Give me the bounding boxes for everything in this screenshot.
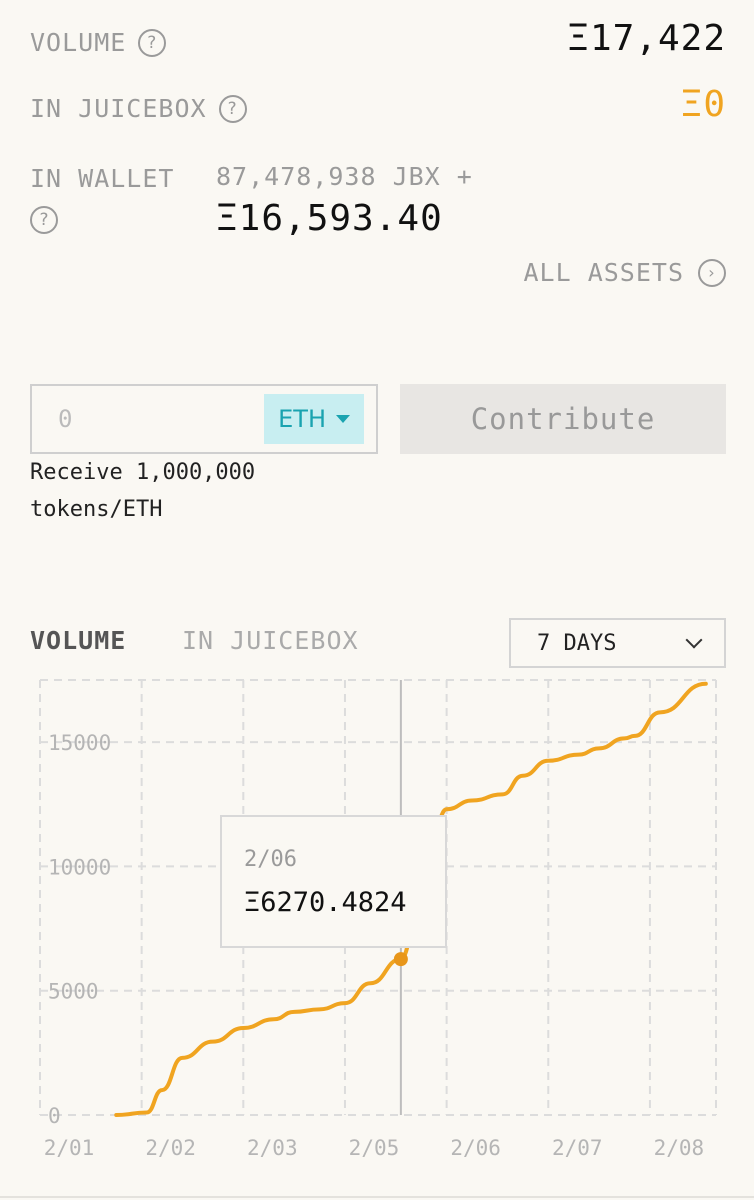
y-tick-label: 10000 — [48, 855, 111, 879]
y-tick-label: 15000 — [48, 731, 111, 755]
x-tick-label: 2/07 — [552, 1136, 603, 1160]
amount-input-placeholder[interactable]: 0 — [58, 405, 72, 433]
range-select[interactable]: 7 DAYS — [509, 618, 726, 668]
tab-volume[interactable]: VOLUME — [30, 626, 126, 655]
highlight-point — [393, 952, 408, 967]
in-wallet-stat-label: IN WALLET — [30, 164, 174, 193]
in-wallet-help-icon[interactable]: ? — [30, 206, 58, 234]
bottom-divider — [0, 1196, 754, 1198]
contribute-button[interactable]: Contribute — [400, 384, 726, 454]
receive-info: Receive 1,000,000 tokens/ETH — [30, 454, 255, 528]
chart-tooltip: 2/06 Ξ6270.4824 — [220, 815, 447, 948]
volume-stat-label: VOLUME ? — [30, 28, 167, 57]
x-tick-label: 2/05 — [349, 1136, 400, 1160]
x-tick-label: 2/02 — [145, 1136, 196, 1160]
tooltip-date: 2/06 — [244, 847, 297, 872]
volume-value: Ξ17,422 — [567, 18, 726, 59]
x-tick-label: 2/06 — [450, 1136, 501, 1160]
in-juicebox-stat-label: IN JUICEBOX ? — [30, 94, 247, 123]
all-assets-label: ALL ASSETS — [523, 258, 684, 287]
receive-line-1: Receive 1,000,000 — [30, 460, 256, 485]
in-wallet-label-text: IN WALLET — [30, 164, 175, 193]
in-juicebox-help-icon[interactable]: ? — [218, 94, 247, 123]
in-wallet-tokens: 87,478,938 JBX + — [216, 162, 473, 191]
volume-help-icon[interactable]: ? — [138, 28, 167, 57]
chevron-right-circle-icon: › — [698, 258, 726, 287]
y-tick-label: 0 — [48, 1104, 61, 1128]
chevron-down-icon — [685, 631, 703, 649]
x-tick-label: 2/03 — [247, 1136, 298, 1160]
in-juicebox-label-text: IN JUICEBOX — [30, 94, 207, 123]
in-juicebox-value: Ξ0 — [680, 84, 726, 125]
volume-label-text: VOLUME — [30, 28, 127, 57]
x-tick-label: 2/08 — [654, 1136, 705, 1160]
project-page: VOLUME ? Ξ17,422 IN JUICEBOX ? Ξ0 IN WAL… — [0, 0, 754, 1200]
tooltip-value: Ξ6270.4824 — [244, 887, 407, 918]
caret-down-icon — [336, 415, 350, 423]
range-select-label: 7 DAYS — [537, 630, 617, 656]
in-wallet-help-wrapper: ? — [30, 206, 58, 234]
in-wallet-eth: Ξ16,593.40 — [216, 198, 443, 239]
amount-input-box[interactable]: 0 ETH — [30, 384, 378, 454]
tab-in-juicebox[interactable]: IN JUICEBOX — [182, 626, 359, 655]
receive-line-2: tokens/ETH — [30, 497, 163, 522]
y-tick-label: 5000 — [48, 980, 99, 1004]
all-assets-link[interactable]: ALL ASSETS › — [523, 258, 726, 287]
x-tick-label: 2/01 — [44, 1136, 95, 1160]
currency-label: ETH — [278, 405, 326, 433]
currency-select[interactable]: ETH — [264, 394, 364, 444]
